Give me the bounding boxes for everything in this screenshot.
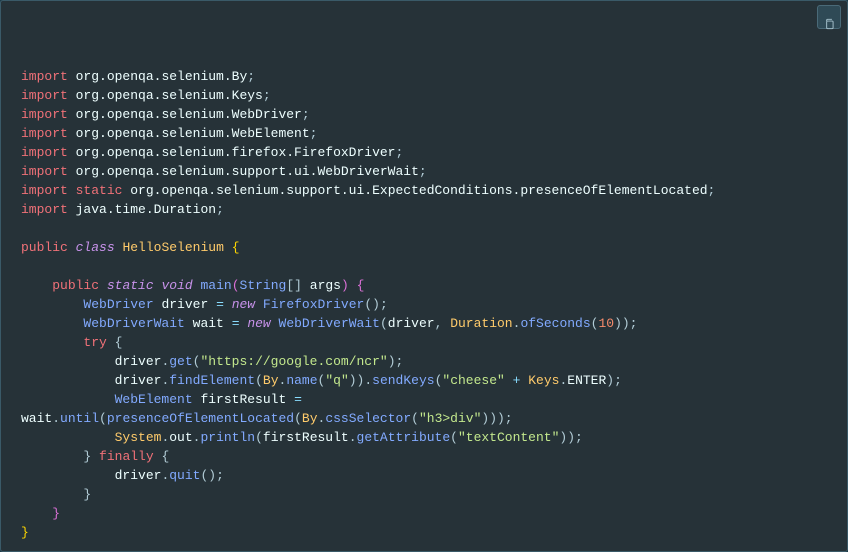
kw-class: class: [76, 240, 115, 255]
import-path: java.time.Duration: [76, 202, 216, 217]
kw-new: new: [247, 316, 270, 331]
obj: driver: [115, 468, 162, 483]
kw-import: import: [21, 145, 68, 160]
str: "textContent": [458, 430, 559, 445]
kw-import: import: [21, 183, 68, 198]
kw-public: public: [21, 240, 68, 255]
str: "https://google.com/ncr": [200, 354, 387, 369]
arg: args: [310, 278, 341, 293]
class-ref: Keys: [528, 373, 559, 388]
method: quit: [169, 468, 200, 483]
var: driver: [161, 297, 208, 312]
kw-new: new: [232, 297, 255, 312]
obj: driver: [115, 373, 162, 388]
type: String: [240, 278, 287, 293]
kw-import: import: [21, 202, 68, 217]
import-path: org.openqa.selenium.support.ui.WebDriver…: [76, 164, 419, 179]
type: WebElement: [115, 392, 193, 407]
kw-import: import: [21, 164, 68, 179]
class-ref: Duration: [450, 316, 512, 331]
var: firstResult: [263, 430, 349, 445]
class-ref: By: [263, 373, 279, 388]
kw-void: void: [161, 278, 192, 293]
class-name: HelloSelenium: [122, 240, 223, 255]
ctor: WebDriverWait: [279, 316, 380, 331]
code-content: import org.openqa.selenium.By; import or…: [21, 67, 827, 542]
kw-import: import: [21, 88, 68, 103]
import-path: org.openqa.selenium.WebElement: [76, 126, 310, 141]
num: 10: [598, 316, 614, 331]
import-path: org.openqa.selenium.WebDriver: [76, 107, 302, 122]
method: name: [286, 373, 317, 388]
str: "h3>div": [419, 411, 481, 426]
method: presenceOfElementLocated: [107, 411, 294, 426]
class-ref: By: [302, 411, 318, 426]
kw-static: static: [76, 183, 123, 198]
import-path: org.openqa.selenium.support.ui.ExpectedC…: [130, 183, 707, 198]
import-path: org.openqa.selenium.Keys: [76, 88, 263, 103]
code-block: import org.openqa.selenium.By; import or…: [0, 0, 848, 552]
method: cssSelector: [325, 411, 411, 426]
class-ref: System: [115, 430, 162, 445]
const: ENTER: [567, 373, 606, 388]
var: firstResult: [200, 392, 286, 407]
method: println: [200, 430, 255, 445]
kw-try: try: [83, 335, 106, 350]
kw-finally: finally: [99, 449, 154, 464]
type: WebDriver: [83, 297, 153, 312]
kw-import: import: [21, 126, 68, 141]
method-main: main: [201, 278, 232, 293]
obj: wait: [21, 411, 52, 426]
kw-static: static: [107, 278, 154, 293]
method: findElement: [169, 373, 255, 388]
arg: driver: [388, 316, 435, 331]
type: WebDriverWait: [83, 316, 184, 331]
kw-public: public: [52, 278, 99, 293]
method: getAttribute: [357, 430, 451, 445]
kw-import: import: [21, 69, 68, 84]
method: get: [169, 354, 192, 369]
ctor: FirefoxDriver: [263, 297, 364, 312]
method: until: [60, 411, 99, 426]
method: sendKeys: [372, 373, 434, 388]
copy-button[interactable]: [817, 5, 841, 29]
clipboard-icon: [822, 0, 836, 37]
str: "cheese": [442, 373, 504, 388]
method: ofSeconds: [520, 316, 590, 331]
kw-import: import: [21, 107, 68, 122]
import-path: org.openqa.selenium.By: [76, 69, 248, 84]
field: out: [169, 430, 192, 445]
import-path: org.openqa.selenium.firefox.FirefoxDrive…: [76, 145, 396, 160]
var: wait: [193, 316, 224, 331]
str: "q": [325, 373, 348, 388]
obj: driver: [115, 354, 162, 369]
